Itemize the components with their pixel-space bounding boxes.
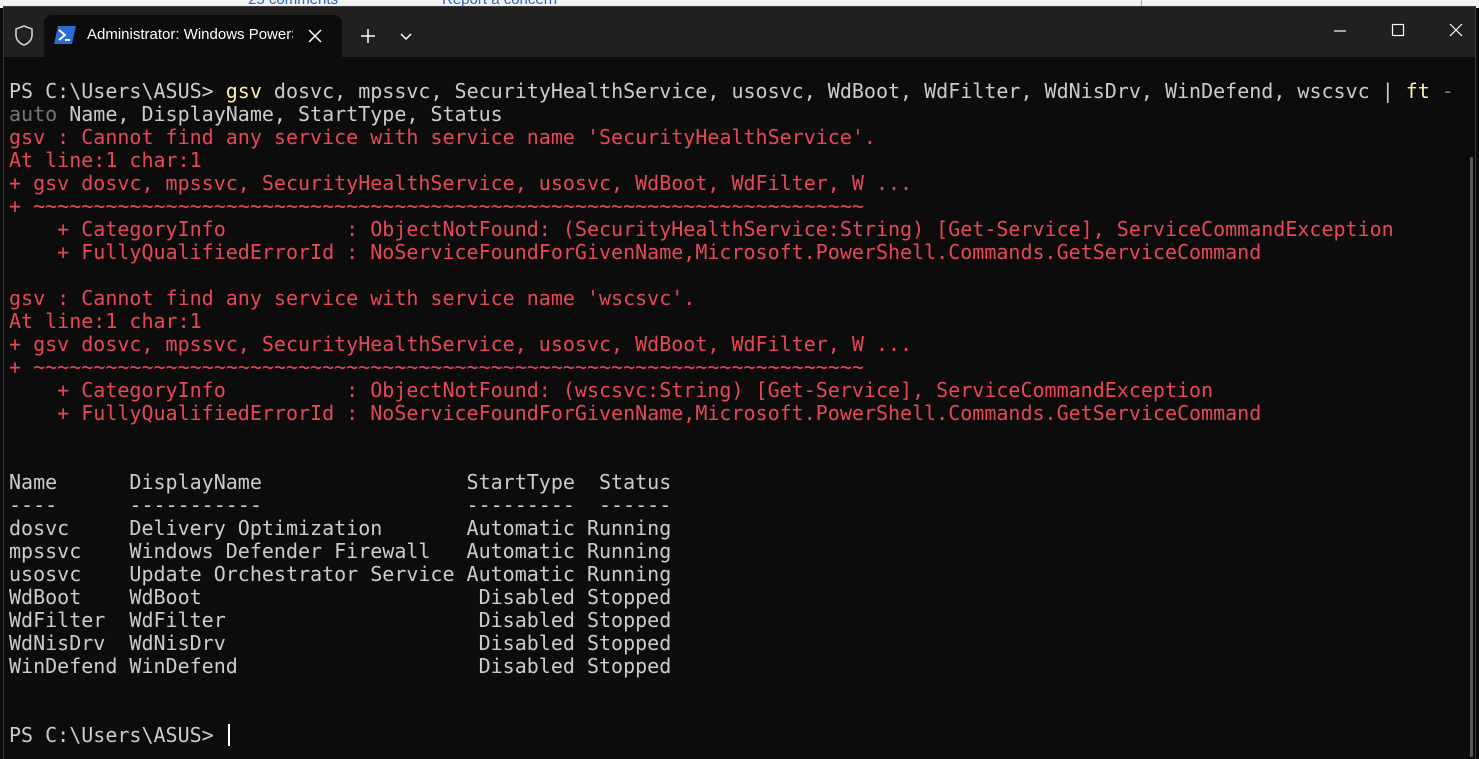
prompt: PS C:\Users\ASUS> bbox=[9, 723, 226, 747]
error-line: + ~~~~~~~~~~~~~~~~~~~~~~~~~~~~~~~~~~~~~~… bbox=[9, 355, 864, 379]
error-line: + ~~~~~~~~~~~~~~~~~~~~~~~~~~~~~~~~~~~~~~… bbox=[9, 194, 864, 218]
prompt: PS C:\Users\ASUS> bbox=[9, 79, 226, 103]
table-row: mpssvc Windows Defender Firewall Automat… bbox=[9, 539, 672, 563]
parameter: - bbox=[1429, 79, 1454, 103]
error-line: At line:1 char:1 bbox=[9, 309, 202, 333]
input-line[interactable]: PS C:\Users\ASUS> bbox=[9, 724, 1459, 747]
plus-icon[interactable] bbox=[354, 24, 382, 48]
maximize-button[interactable] bbox=[1369, 7, 1427, 51]
error-line: gsv : Cannot find any service with servi… bbox=[9, 286, 696, 310]
error-line: + CategoryInfo : ObjectNotFound: (wscsvc… bbox=[9, 378, 1214, 402]
table-separator: ---- ----------- --------- ------ bbox=[9, 493, 672, 517]
table-header: Name DisplayName StartType Status bbox=[9, 470, 672, 494]
terminal-output[interactable]: PS C:\Users\ASUS> gsv dosvc, mpssvc, Sec… bbox=[9, 80, 1459, 750]
close-icon bbox=[1449, 23, 1463, 37]
table-row: WdFilter WdFilter Disabled Stopped bbox=[9, 608, 672, 632]
error-line: + FullyQualifiedErrorId : NoServiceFound… bbox=[9, 240, 1262, 264]
minimize-button[interactable] bbox=[1311, 7, 1369, 51]
format-table-cmdlet: ft bbox=[1393, 79, 1430, 103]
title-bar[interactable]: Administrator: Windows PowerShell bbox=[4, 7, 1475, 57]
maximize-icon bbox=[1391, 23, 1405, 37]
close-window-button[interactable] bbox=[1427, 7, 1479, 51]
parameter-continued: auto bbox=[9, 102, 58, 126]
close-icon[interactable] bbox=[306, 27, 324, 45]
tab-powershell[interactable]: Administrator: Windows PowerShell bbox=[44, 15, 342, 57]
table-row: WdNisDrv WdNisDrv Disabled Stopped bbox=[9, 631, 672, 655]
minimize-icon bbox=[1334, 30, 1346, 32]
scrollbar[interactable] bbox=[1470, 157, 1473, 757]
screen: 25 comments Report a concern Administrat… bbox=[0, 0, 1479, 759]
cmdlet: gsv bbox=[225, 79, 262, 103]
pipe-operator: | bbox=[1381, 79, 1394, 103]
table-row: usosvc Update Orchestrator Service Autom… bbox=[9, 562, 672, 586]
tab-title: Administrator: Windows PowerShell bbox=[87, 26, 293, 43]
command-args: dosvc, mpssvc, SecurityHealthService, us… bbox=[261, 79, 1382, 103]
error-line: + FullyQualifiedErrorId : NoServiceFound… bbox=[9, 401, 1262, 425]
powershell-icon bbox=[54, 26, 76, 44]
error-line: + CategoryInfo : ObjectNotFound: (Securi… bbox=[9, 217, 1394, 241]
table-row: WinDefend WinDefend Disabled Stopped bbox=[9, 654, 672, 678]
text-cursor bbox=[227, 724, 230, 746]
command-line-1: PS C:\Users\ASUS> gsv dosvc, mpssvc, Sec… bbox=[9, 80, 1459, 103]
error-line: + gsv dosvc, mpssvc, SecurityHealthServi… bbox=[9, 332, 913, 356]
chevron-down-icon[interactable] bbox=[392, 24, 420, 48]
table-row: dosvc Delivery Optimization Automatic Ru… bbox=[9, 516, 672, 540]
shield-icon bbox=[15, 25, 33, 46]
error-line: gsv : Cannot find any service with servi… bbox=[9, 125, 876, 149]
command-line-2: auto Name, DisplayName, StartType, Statu… bbox=[9, 103, 1459, 126]
table-row: WdBoot WdBoot Disabled Stopped bbox=[9, 585, 672, 609]
command-args-continued: Name, DisplayName, StartType, Status bbox=[57, 102, 503, 126]
error-line: + gsv dosvc, mpssvc, SecurityHealthServi… bbox=[9, 171, 913, 195]
error-line: At line:1 char:1 bbox=[9, 148, 202, 172]
